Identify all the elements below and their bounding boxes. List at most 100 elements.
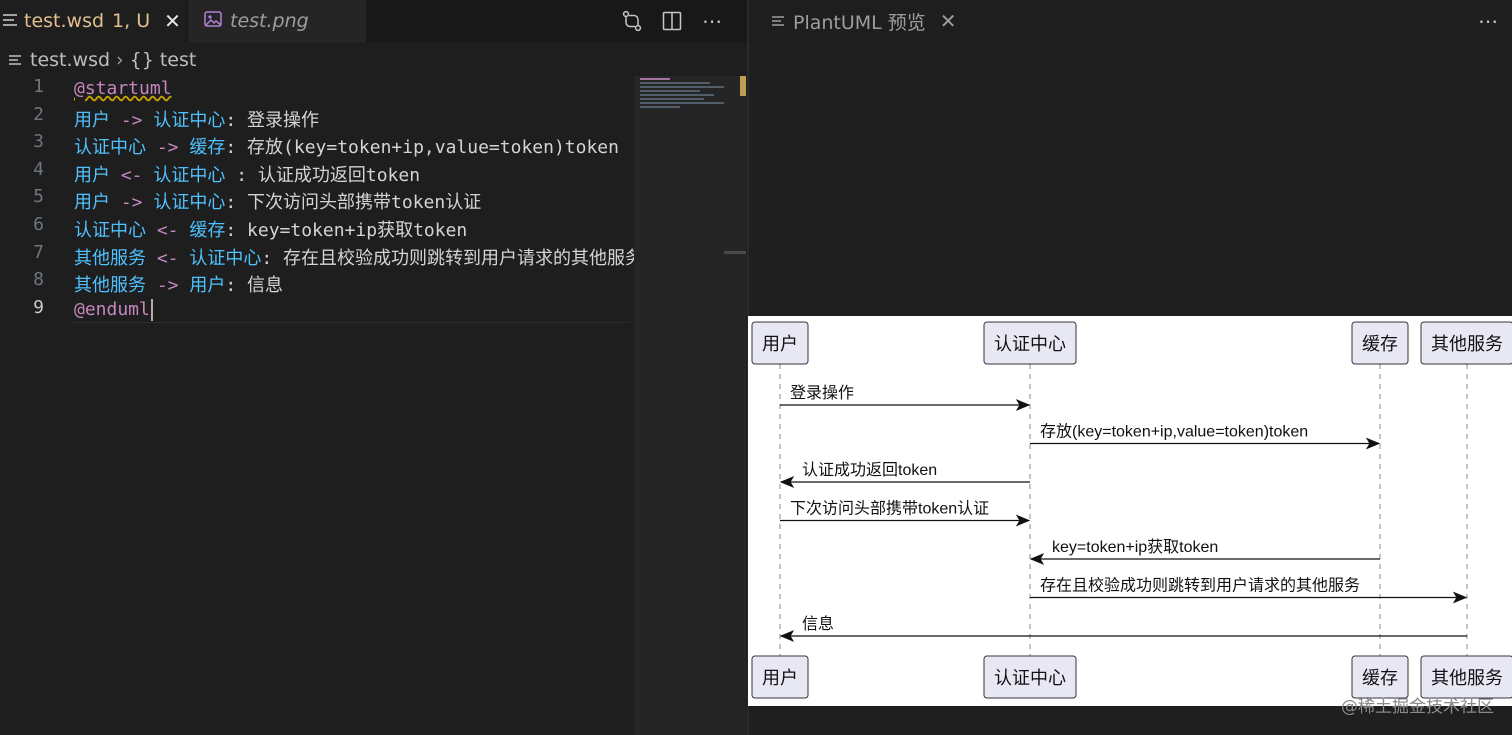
code-line[interactable]: 6 认证中心 <- 缓存: key=token+ip获取token: [0, 214, 634, 241]
code-token: 其他服务: [74, 275, 146, 297]
code-token: 缓存: [189, 220, 226, 241]
code-token: 认证中心: [153, 109, 226, 131]
code-token: 认证中心: [189, 247, 262, 269]
code-token: ->: [110, 192, 154, 214]
code-line[interactable]: 7 其他服务 <- 认证中心: 存在且校验成功则跳转到用户请求的其他服务: [0, 242, 634, 269]
code-text: 用户 -> 认证中心: 登录操作: [74, 106, 319, 131]
minimap-slider[interactable]: [740, 76, 746, 96]
chevron-right-icon: ›: [116, 49, 124, 71]
tab-title: PlantUML 预览: [793, 11, 926, 34]
line-number: 2: [33, 103, 44, 125]
code-token: <-: [110, 164, 154, 186]
participant-label: 用户: [762, 668, 798, 688]
participant-label: 认证中心: [994, 668, 1066, 688]
code-token: <-: [146, 247, 190, 269]
message-label: 信息: [802, 615, 834, 633]
participant-label: 认证中心: [994, 334, 1066, 354]
code-token: 用户: [74, 192, 110, 214]
code-token: 认证中心: [74, 137, 146, 159]
participant-label: 用户: [762, 334, 798, 354]
code-token: ->: [110, 109, 154, 131]
tab-plantuml-preview[interactable]: PlantUML 预览 ✕: [749, 0, 975, 42]
message-label: 下次访问头部携带token认证: [790, 500, 989, 518]
code-line[interactable]: 8 其他服务 -> 用户: 信息: [0, 269, 634, 296]
menu-lines-icon: [2, 10, 18, 32]
code-line[interactable]: 3 认证中心 -> 缓存: 存放(key=token+ip,value=token…: [0, 131, 634, 158]
code-text: 其他服务 -> 用户: 信息: [74, 271, 283, 296]
line-number: 7: [33, 241, 44, 263]
tab-test-png[interactable]: test.png: [188, 0, 366, 42]
code-token: : 认证成功返回token: [225, 164, 421, 186]
code-text: 用户 <- 认证中心 : 认证成功返回token: [74, 161, 420, 186]
line-number: 9: [33, 296, 44, 318]
code-line[interactable]: 9 @enduml: [0, 297, 634, 324]
code-token: : 存在且校验成功则跳转到用户请求的其他服务: [261, 247, 634, 269]
tab-filename: test.wsd: [24, 10, 105, 32]
message-label: 登录操作: [790, 384, 854, 402]
source-control-icon[interactable]: [618, 7, 646, 35]
code-token: : key=token+ip获取token: [225, 220, 468, 241]
code-text: 认证中心 -> 缓存: 存放(key=token+ip,value=token)…: [74, 133, 619, 158]
tab-filename: test.png: [230, 10, 309, 32]
menu-lines-icon: [771, 10, 785, 32]
code-token: : 存放(key=token+ip,value=token)token: [225, 137, 619, 159]
editor-toolbar: ⋯: [606, 0, 726, 42]
code-token: 认证中心: [74, 220, 146, 241]
code-token: 其他服务: [74, 247, 146, 269]
message-label: key=token+ip获取token: [1052, 538, 1218, 556]
message-label: 认证成功返回token: [802, 461, 937, 479]
code-token: 缓存: [189, 137, 226, 159]
close-icon[interactable]: ✕: [164, 9, 181, 33]
code-text: 其他服务 <- 认证中心: 存在且校验成功则跳转到用户请求的其他服务: [74, 244, 634, 269]
close-icon[interactable]: ✕: [940, 9, 957, 33]
editor-pane: test.wsd 1, U ✕ test.png ⋯ test.wsd › {}…: [0, 0, 747, 735]
code-token: 用户: [74, 109, 110, 131]
breadcrumb-file[interactable]: test.wsd: [30, 49, 110, 71]
code-text: 用户 -> 认证中心: 下次访问头部携带token认证: [74, 188, 481, 213]
split-editor-icon[interactable]: [658, 7, 686, 35]
code-line[interactable]: 5 用户 -> 认证中心: 下次访问头部携带token认证: [0, 186, 634, 213]
sequence-diagram-svg: 用户 认证中心 缓存 其他服务用户 认证中心 缓存 其他服务登录操作存放(key=token…: [751, 321, 1512, 699]
participant-label: 缓存: [1362, 334, 1398, 354]
code-line[interactable]: 2 用户 -> 认证中心: 登录操作: [0, 104, 634, 131]
code-token: @startuml: [74, 78, 172, 99]
code-token: <-: [146, 220, 190, 241]
code-token: : 下次访问头部携带token认证: [225, 192, 482, 214]
message-label: 存放(key=token+ip,value=token)token: [1040, 423, 1308, 441]
more-actions-icon[interactable]: ⋯: [698, 7, 726, 35]
line-number: 1: [33, 76, 44, 97]
scrollbar-thumb[interactable]: [724, 251, 746, 254]
code-text: @enduml: [74, 298, 153, 321]
code-token: 认证中心: [153, 192, 226, 214]
message-label: 存在且校验成功则跳转到用户请求的其他服务: [1040, 577, 1360, 595]
line-number: 4: [33, 158, 44, 180]
text-cursor: [150, 298, 153, 321]
more-actions-icon[interactable]: ⋯: [1478, 0, 1498, 42]
code-token: 用户: [74, 164, 110, 186]
minimap[interactable]: [634, 76, 746, 735]
code-text: @startuml: [74, 78, 172, 99]
tab-test-wsd[interactable]: test.wsd 1, U ✕: [0, 0, 186, 42]
code-line[interactable]: 4 用户 <- 认证中心 : 认证成功返回token: [0, 159, 634, 186]
editor-tab-bar: test.wsd 1, U ✕ test.png ⋯: [0, 0, 747, 42]
code-token: : 信息: [225, 275, 284, 297]
breadcrumb-symbol[interactable]: test: [160, 49, 197, 71]
braces-icon: {}: [129, 49, 154, 71]
watermark: @稀土掘金技术社区: [1341, 697, 1494, 717]
line-number: 5: [33, 186, 44, 208]
code-token: ->: [146, 275, 190, 297]
code-token: ->: [146, 137, 190, 159]
code-line[interactable]: 1 @startuml: [0, 76, 634, 103]
code-token: 认证中心: [153, 164, 226, 186]
participant-label: 其他服务: [1431, 334, 1503, 354]
code-text: 认证中心 <- 缓存: key=token+ip获取token: [74, 216, 467, 241]
image-file-icon: [204, 10, 222, 32]
breadcrumb: test.wsd › {} test: [0, 44, 747, 76]
line-number: 8: [33, 269, 44, 291]
code-token: : 登录操作: [225, 109, 320, 131]
menu-lines-icon: [8, 49, 22, 71]
line-number: 6: [33, 214, 44, 235]
line-number: 3: [33, 131, 44, 153]
participant-label: 其他服务: [1431, 668, 1503, 688]
tab-status-badge: 1, U: [112, 10, 151, 32]
